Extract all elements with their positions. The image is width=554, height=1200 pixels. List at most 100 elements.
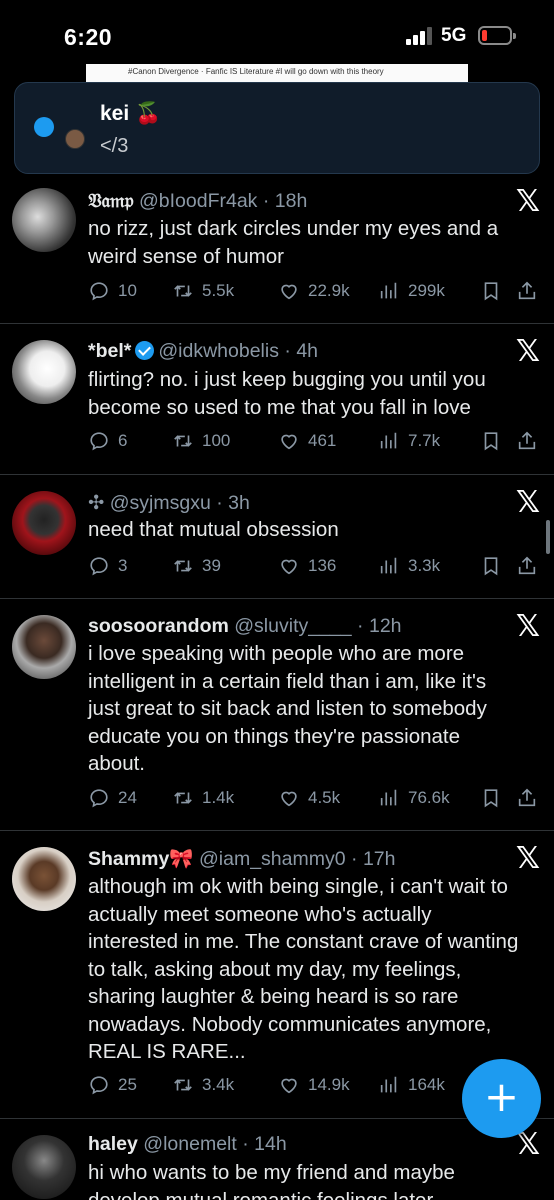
battery-icon — [478, 26, 516, 45]
heart-icon — [281, 284, 297, 300]
display-name[interactable]: *bel* — [88, 340, 131, 362]
timestamp[interactable]: 14h — [254, 1133, 287, 1155]
status-bar: 6:20 5G — [0, 0, 554, 66]
timestamp[interactable]: 3h — [228, 492, 250, 514]
tweet[interactable]: soosoorandom @sluvity____ · 12h 𝕏 i love… — [0, 599, 554, 831]
avatar[interactable] — [12, 615, 76, 679]
share-button[interactable] — [516, 787, 538, 809]
repost-button[interactable]: 39 — [172, 555, 221, 577]
compose-button[interactable]: + — [462, 1059, 541, 1138]
x-logo-icon[interactable]: 𝕏 — [516, 841, 540, 876]
views-icon — [380, 557, 397, 574]
display-name[interactable]: haley — [88, 1133, 138, 1155]
share-icon — [518, 431, 536, 450]
tweet[interactable]: haley @lonemelt · 14h 𝕏 hi who wants to … — [0, 1119, 554, 1200]
clock: 6:20 — [64, 24, 113, 50]
handle[interactable]: @lonemelt — [143, 1133, 237, 1155]
notification-banner[interactable]: kei 🍒 </3 — [14, 82, 540, 174]
tweet-header: *bel* @idkwhobelis · 4h — [88, 340, 319, 362]
x-logo-icon[interactable]: 𝕏 — [516, 485, 540, 520]
like-button[interactable]: 14.9k — [278, 1074, 350, 1096]
reply-button[interactable]: 6 — [88, 430, 127, 452]
tweet-actions: 6 100 461 7.7k — [88, 430, 540, 456]
share-icon — [518, 281, 536, 300]
display-name[interactable]: 𝔙𝔞𝔪𝔭 — [88, 190, 134, 212]
views-button[interactable]: 3.3k — [378, 555, 440, 577]
avatar[interactable] — [12, 847, 76, 911]
views-button[interactable]: 299k — [378, 280, 445, 302]
repost-button[interactable]: 3.4k — [172, 1074, 234, 1096]
handle[interactable]: @iam_shammy0 — [199, 848, 346, 870]
repost-icon — [174, 1079, 192, 1091]
handle[interactable]: @sluvity____ — [234, 615, 351, 637]
bookmark-button[interactable] — [480, 787, 502, 809]
reply-icon — [90, 282, 108, 301]
heart-icon — [281, 1078, 297, 1094]
repost-icon — [174, 560, 192, 572]
avatar[interactable] — [12, 491, 76, 555]
reply-button[interactable]: 24 — [88, 787, 137, 809]
cellular-signal-icon — [406, 27, 434, 45]
notification-sender: kei 🍒 — [100, 102, 162, 125]
tweet[interactable]: 𝔙𝔞𝔪𝔭 @bIoodFr4ak · 18h 𝕏 no rizz, just d… — [0, 174, 554, 324]
tweet-text: need that mutual obsession — [88, 518, 339, 541]
share-button[interactable] — [516, 555, 538, 577]
views-icon — [380, 1076, 397, 1093]
display-name[interactable]: soosoorandom — [88, 615, 229, 637]
heart-icon — [281, 434, 297, 450]
handle[interactable]: @bIoodFr4ak — [139, 190, 257, 212]
tweet-text: i love speaking with people who are more… — [88, 642, 487, 775]
tweet[interactable]: *bel* @idkwhobelis · 4h 𝕏 flirting? no. i… — [0, 324, 554, 475]
views-icon — [380, 282, 397, 299]
views-button[interactable]: 76.6k — [378, 787, 450, 809]
timestamp[interactable]: 12h — [369, 615, 402, 637]
bookmark-button[interactable] — [480, 430, 502, 452]
display-name[interactable]: ✣ — [88, 492, 104, 514]
repost-button[interactable]: 100 — [172, 430, 230, 452]
share-button[interactable] — [516, 280, 538, 302]
reply-button[interactable]: 25 — [88, 1074, 137, 1096]
like-button[interactable]: 461 — [278, 430, 336, 452]
bookmark-icon — [484, 557, 498, 576]
views-icon — [380, 789, 397, 806]
tweet-header: 𝔙𝔞𝔪𝔭 @bIoodFr4ak · 18h — [88, 190, 308, 212]
tweet[interactable]: ✣ @syjmsgxu · 3h 𝕏 need that mutual obse… — [0, 475, 554, 599]
x-logo-icon[interactable]: 𝕏 — [516, 184, 540, 219]
bookmark-icon — [484, 432, 498, 451]
avatar[interactable] — [12, 1135, 76, 1199]
repost-icon — [174, 435, 192, 447]
bookmark-button[interactable] — [480, 280, 502, 302]
timestamp[interactable]: 4h — [296, 340, 318, 362]
views-button[interactable]: 7.7k — [378, 430, 440, 452]
tweet-header: ✣ @syjmsgxu · 3h — [88, 492, 250, 514]
verified-badge-icon — [135, 341, 155, 360]
share-button[interactable] — [516, 430, 538, 452]
tweet-actions: 10 5.5k 22.9k 299k — [88, 280, 540, 306]
timestamp[interactable]: 18h — [275, 190, 308, 212]
reply-icon — [90, 789, 108, 808]
reply-button[interactable]: 10 — [88, 280, 137, 302]
x-logo-icon[interactable]: 𝕏 — [516, 334, 540, 369]
views-button[interactable]: 164k — [378, 1074, 445, 1096]
tweet-header: Shammy🎀 @iam_shammy0 · 17h — [88, 848, 396, 870]
repost-button[interactable]: 1.4k — [172, 787, 234, 809]
tweet-actions: 24 1.4k 4.5k 76.6k — [88, 787, 540, 813]
repost-button[interactable]: 5.5k — [172, 280, 234, 302]
handle[interactable]: @idkwhobelis — [158, 340, 279, 362]
timestamp[interactable]: 17h — [363, 848, 396, 870]
like-button[interactable]: 4.5k — [278, 787, 340, 809]
tweet-text: hi who wants to be my friend and maybe d… — [88, 1161, 455, 1200]
handle[interactable]: @syjmsgxu — [110, 492, 211, 514]
display-name[interactable]: Shammy🎀 — [88, 848, 194, 870]
share-icon — [518, 788, 536, 807]
avatar[interactable] — [12, 340, 76, 404]
reply-icon — [90, 432, 108, 451]
tweet-header: soosoorandom @sluvity____ · 12h — [88, 615, 402, 637]
like-button[interactable]: 22.9k — [278, 280, 350, 302]
x-logo-icon[interactable]: 𝕏 — [516, 609, 540, 644]
avatar[interactable] — [12, 188, 76, 252]
scrollbar[interactable] — [546, 520, 550, 554]
reply-button[interactable]: 3 — [88, 555, 127, 577]
bookmark-button[interactable] — [480, 555, 502, 577]
like-button[interactable]: 136 — [278, 555, 336, 577]
